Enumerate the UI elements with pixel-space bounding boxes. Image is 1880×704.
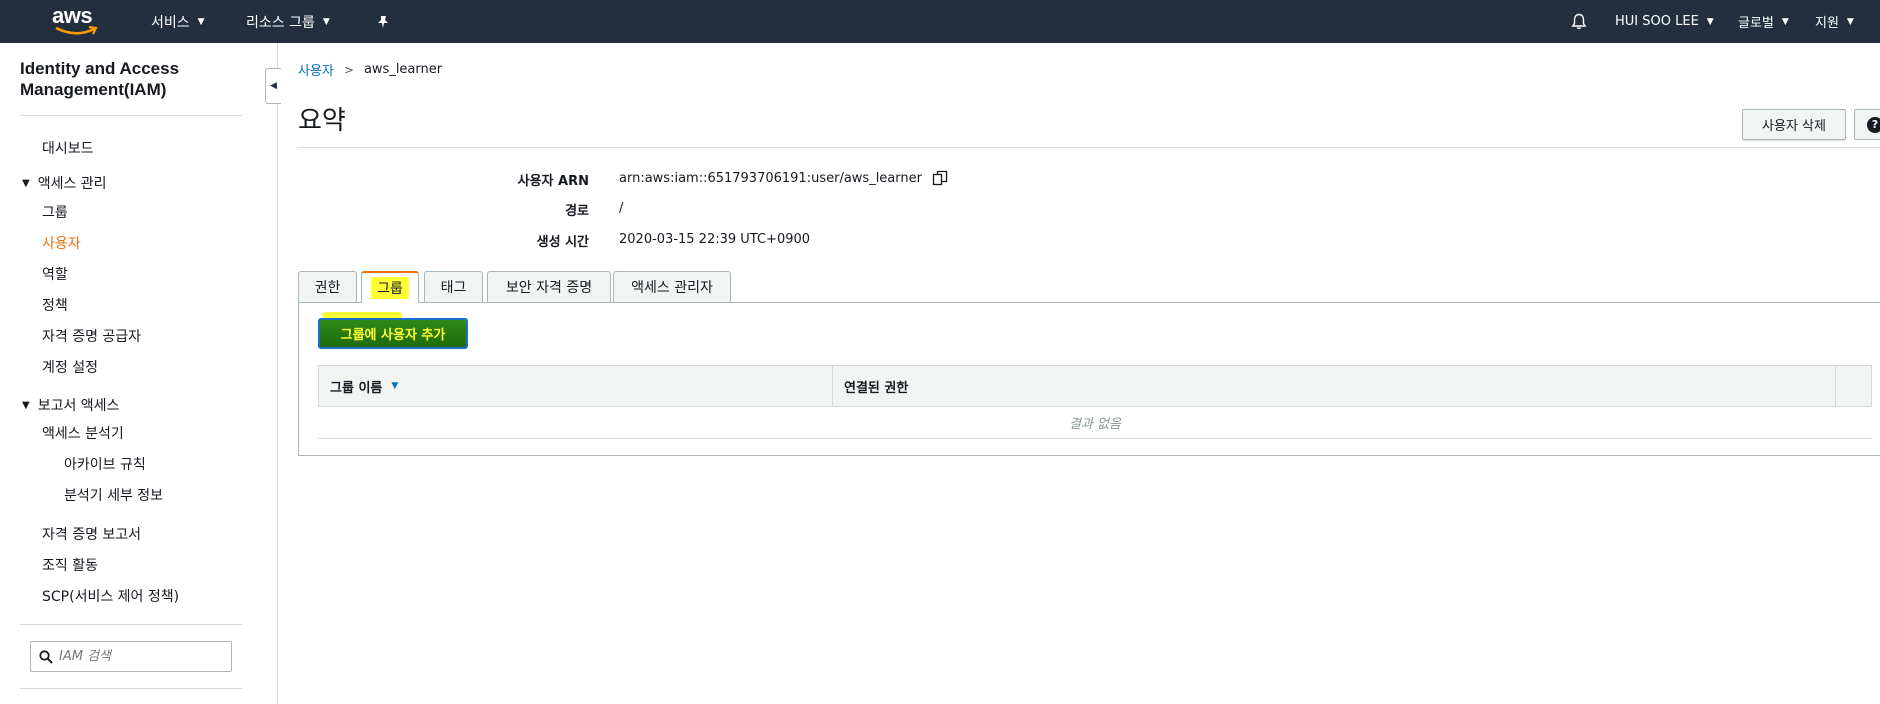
- tab-groups-label: 그룹: [371, 277, 409, 299]
- iam-search-box[interactable]: [30, 641, 232, 672]
- sort-desc-icon: ▼: [391, 381, 399, 391]
- add-user-to-group-button[interactable]: 그룹에 사용자 추가: [318, 318, 468, 349]
- chevron-down-icon: ▼: [197, 16, 205, 27]
- help-button[interactable]: ?: [1854, 109, 1880, 140]
- resource-groups-menu[interactable]: 리소스 그룹 ▼: [246, 0, 330, 43]
- aws-logo[interactable]: aws: [52, 3, 104, 38]
- sidebar-section-reports[interactable]: ▼ 보고서 액세스: [22, 395, 119, 415]
- column-label: 연결된 권한: [844, 380, 909, 396]
- column-attached-permissions[interactable]: 연결된 권한: [833, 366, 1836, 406]
- divider: [20, 688, 242, 689]
- account-label: HUI SOO LEE: [1615, 14, 1699, 29]
- breadcrumb-users-link[interactable]: 사용자: [298, 60, 334, 79]
- support-menu[interactable]: 지원 ▼: [1815, 0, 1854, 43]
- sidebar-item-scp[interactable]: SCP(서비스 제어 정책): [42, 586, 179, 606]
- tab-access-advisor[interactable]: 액세스 관리자: [613, 271, 731, 302]
- column-label: 그룹 이름: [330, 380, 383, 396]
- breadcrumb-current: aws_learner: [363, 62, 443, 77]
- chevron-down-icon: ▼: [1846, 16, 1854, 27]
- services-menu[interactable]: 서비스 ▼: [151, 0, 205, 43]
- top-navigation: aws 서비스 ▼ 리소스 그룹 ▼ HUI SOO LEE ▼ 글로벌 ▼ 지…: [0, 0, 1880, 43]
- section-label: 액세스 관리: [37, 176, 107, 192]
- empty-results: 결과 없음: [318, 407, 1872, 439]
- tab-tags[interactable]: 태그: [424, 271, 483, 302]
- column-group-name[interactable]: 그룹 이름 ▼: [319, 366, 833, 406]
- groups-table: 그룹 이름 ▼ 연결된 권한 결과 없음: [318, 365, 1872, 439]
- tab-security-credentials[interactable]: 보안 자격 증명: [487, 271, 611, 302]
- divider: [298, 147, 1880, 148]
- sidebar-item-policies[interactable]: 정책: [42, 295, 68, 315]
- account-menu[interactable]: HUI SOO LEE ▼: [1615, 0, 1714, 43]
- caret-left-icon: ◀: [270, 81, 277, 91]
- divider: [20, 624, 242, 625]
- sidebar-item-groups[interactable]: 그룹: [42, 202, 68, 222]
- sidebar: Identity and Access Management(IAM) 대시보드…: [0, 43, 278, 704]
- iam-search-input[interactable]: [59, 649, 219, 664]
- arn-value: arn:aws:iam::651793706191:user/aws_learn…: [619, 170, 922, 186]
- path-label: 경로: [565, 204, 589, 219]
- sidebar-section-access-management[interactable]: ▼ 액세스 관리: [22, 173, 107, 193]
- created-value: 2020-03-15 22:39 UTC+0900: [619, 232, 811, 247]
- sidebar-item-identity-providers[interactable]: 자격 증명 공급자: [42, 326, 141, 346]
- chevron-down-icon: ▼: [1781, 16, 1789, 27]
- tab-permissions[interactable]: 권한: [298, 271, 357, 302]
- chevron-down-icon: ▼: [322, 16, 330, 27]
- sidebar-item-dashboard[interactable]: 대시보드: [42, 138, 94, 158]
- sidebar-item-archive-rules[interactable]: 아카이브 규칙: [64, 454, 146, 474]
- delete-user-button[interactable]: 사용자 삭제: [1742, 109, 1846, 140]
- caret-down-icon: ▼: [22, 399, 30, 411]
- region-menu[interactable]: 글로벌 ▼: [1738, 0, 1789, 43]
- region-label: 글로벌: [1738, 16, 1774, 31]
- sidebar-item-account-settings[interactable]: 계정 설정: [42, 357, 98, 377]
- help-icon: ?: [1867, 116, 1880, 133]
- copy-icon[interactable]: [932, 170, 948, 186]
- chevron-down-icon: ▼: [1706, 16, 1714, 27]
- arn-label: 사용자 ARN: [517, 174, 589, 189]
- sidebar-item-access-analyzer[interactable]: 액세스 분석기: [42, 423, 124, 443]
- notification-bell-icon[interactable]: [1571, 0, 1587, 43]
- arn-value-row: arn:aws:iam::651793706191:user/aws_learn…: [619, 170, 948, 186]
- column-settings[interactable]: [1836, 366, 1871, 406]
- page-title: 요약: [298, 106, 346, 136]
- add-user-to-group-label: 그룹에 사용자 추가: [340, 328, 446, 343]
- collapse-sidebar-button[interactable]: ◀: [265, 68, 281, 104]
- pin-icon[interactable]: [376, 0, 390, 43]
- services-label: 서비스: [151, 14, 190, 31]
- sidebar-item-users[interactable]: 사용자: [42, 233, 81, 253]
- search-icon: [39, 649, 53, 664]
- caret-down-icon: ▼: [22, 177, 30, 189]
- aws-logo-text: aws: [52, 3, 93, 28]
- sidebar-title: Identity and Access Management(IAM): [20, 59, 180, 99]
- path-value: /: [619, 201, 624, 216]
- resource-groups-label: 리소스 그룹: [246, 14, 315, 31]
- sidebar-item-organization-activity[interactable]: 조직 활동: [42, 555, 98, 575]
- divider: [20, 115, 242, 116]
- aws-smile-icon: [55, 26, 98, 35]
- tab-groups[interactable]: 그룹: [361, 271, 419, 303]
- sidebar-item-analyzer-details[interactable]: 분석기 세부 정보: [64, 485, 163, 505]
- created-label: 생성 시간: [536, 235, 589, 250]
- sidebar-item-roles[interactable]: 역할: [42, 264, 68, 284]
- breadcrumb: 사용자 > aws_learner: [298, 60, 442, 79]
- support-label: 지원: [1815, 16, 1839, 31]
- section-label: 보고서 액세스: [37, 398, 120, 414]
- sidebar-item-credential-report[interactable]: 자격 증명 보고서: [42, 524, 141, 544]
- chevron-right-icon: >: [343, 62, 354, 77]
- table-header: 그룹 이름 ▼ 연결된 권한: [318, 365, 1872, 407]
